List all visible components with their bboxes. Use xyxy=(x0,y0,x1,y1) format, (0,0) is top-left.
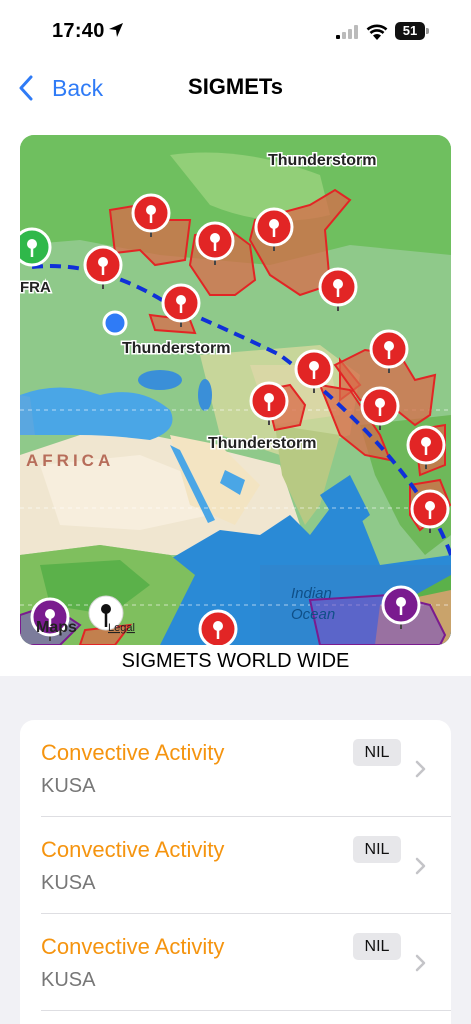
map-label-continent: AFRICA xyxy=(26,451,114,470)
map-label-thunderstorm: Thunderstorm xyxy=(268,152,376,169)
chevron-right-icon xyxy=(415,954,426,972)
legal-link[interactable]: Legal xyxy=(108,622,135,634)
sigmet-map[interactable]: Thunderstorm Thunderstorm Thunderstorm F… xyxy=(20,135,451,645)
sigmet-station: KUSA xyxy=(41,969,96,991)
list-item[interactable]: Convective Activity KUSA NIL xyxy=(20,720,451,817)
status-bar: 17:40 51 xyxy=(0,0,471,62)
cellular-signal-icon xyxy=(336,25,358,39)
sigmet-title: Convective Activity xyxy=(41,740,225,765)
page-title: SIGMETs xyxy=(188,74,283,99)
wifi-icon xyxy=(366,24,388,40)
status-badge: NIL xyxy=(353,836,401,863)
departure-pin[interactable] xyxy=(20,227,52,267)
list-item[interactable]: Convective Activity KUSA NIL xyxy=(20,914,451,1011)
current-location-dot xyxy=(102,310,128,336)
sigmet-list: Convective Activity KUSA NIL Convective … xyxy=(20,720,451,1024)
map-label-ocean: Ocean xyxy=(291,606,335,623)
sigmet-station: KUSA xyxy=(41,872,96,894)
chevron-right-icon xyxy=(415,857,426,875)
map-label-ocean: Indian xyxy=(291,585,332,602)
sigmet-pin[interactable] xyxy=(198,609,238,645)
sigmet-station: KUSA xyxy=(41,775,96,797)
sigmet-title: Convective Activity xyxy=(41,837,225,862)
map-caption: SIGMETS WORLD WIDE xyxy=(121,650,350,672)
location-arrow-icon xyxy=(109,23,123,37)
chevron-right-icon xyxy=(415,760,426,778)
status-badge: NIL xyxy=(353,933,401,960)
map-label-thunderstorm: Thunderstorm xyxy=(208,435,316,452)
battery-level: 51 xyxy=(395,22,425,40)
navigation-bar: Back SIGMETs xyxy=(0,62,471,114)
status-time: 17:40 xyxy=(52,20,105,42)
status-badge: NIL xyxy=(353,739,401,766)
list-item[interactable]: Convective Activity KUSA NIL xyxy=(20,817,451,914)
map-label-thunderstorm: Thunderstorm xyxy=(122,340,230,357)
maps-attribution: Maps xyxy=(36,619,77,636)
map-label-airport: FRA xyxy=(20,279,51,296)
battery-icon: 51 xyxy=(395,22,429,40)
sigmet-title: Convective Activity xyxy=(41,934,225,959)
map-canvas[interactable]: Thunderstorm Thunderstorm Thunderstorm F… xyxy=(20,135,451,645)
